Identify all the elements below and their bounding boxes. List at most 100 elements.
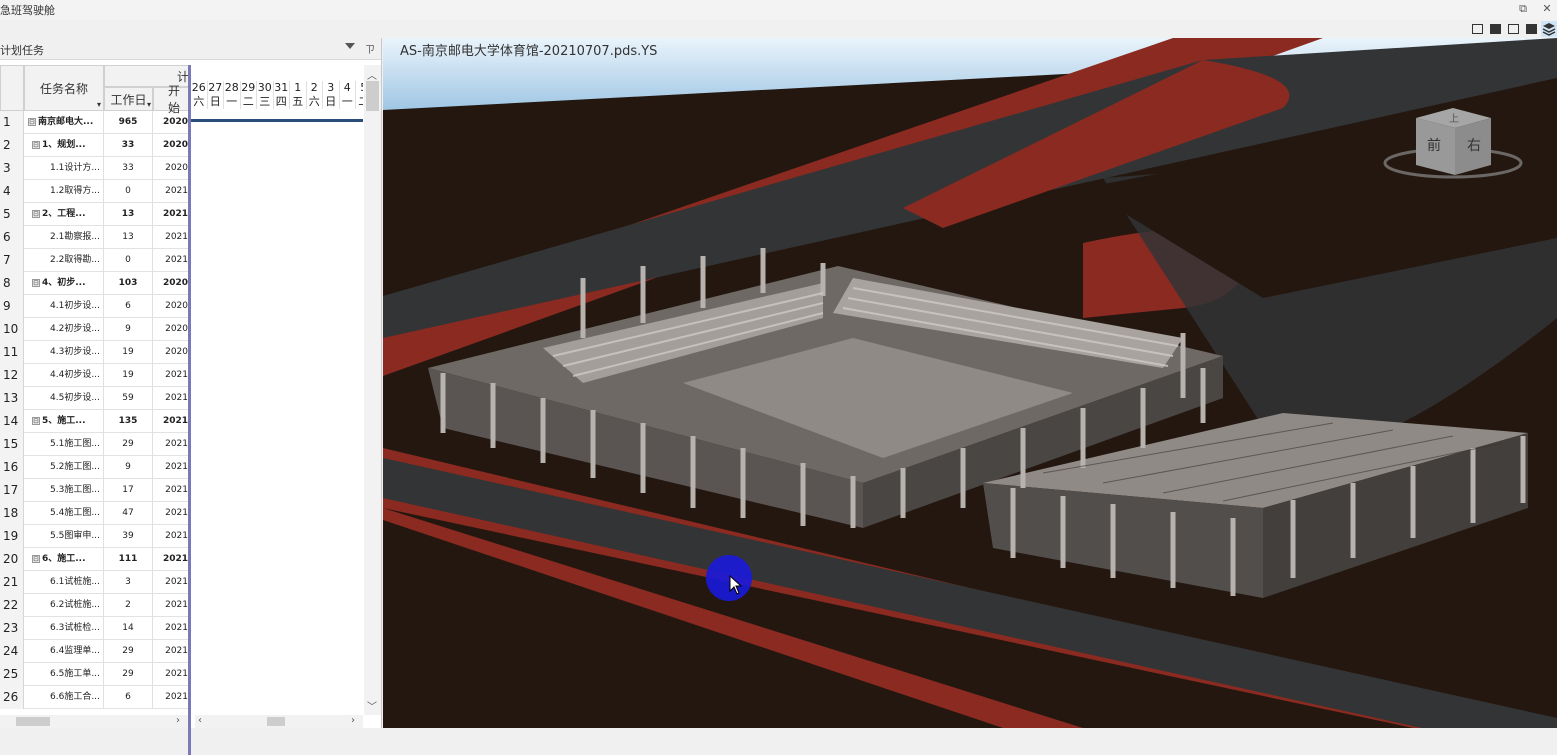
gantt-summary-bar[interactable] (191, 119, 363, 122)
task-name-cell[interactable]: 6.1试桩施... (24, 571, 104, 594)
start-cell[interactable]: 2020 (153, 272, 190, 295)
duration-cell[interactable]: 33 (104, 134, 153, 157)
duration-cell[interactable]: 39 (104, 525, 153, 548)
collapse-icon[interactable]: ⊟ (28, 117, 36, 126)
task-name-cell[interactable]: 5.5图审申... (24, 525, 104, 548)
start-cell[interactable]: 2020 (153, 295, 190, 318)
task-name-cell[interactable]: ⊟ 4、初步... (24, 272, 104, 295)
duration-cell[interactable]: 3 (104, 571, 153, 594)
table-row[interactable]: 22 6.2试桩施... 2 2021 (0, 594, 190, 617)
scroll-thumb[interactable] (366, 81, 379, 111)
table-row[interactable]: 16 5.2施工图... 9 2021 (0, 456, 190, 479)
view-cube-dark-icon[interactable] (1523, 21, 1539, 37)
task-name-cell[interactable]: ⊟ 6、施工... (24, 548, 104, 571)
table-row[interactable]: 23 6.3试桩检... 14 2021 (0, 617, 190, 640)
task-name-cell[interactable]: 6.5施工单... (24, 663, 104, 686)
table-row[interactable]: 13 4.5初步设... 59 2021 (0, 387, 190, 410)
collapse-icon[interactable]: ⊟ (32, 209, 40, 218)
gantt-hscroll-thumb[interactable] (267, 717, 285, 726)
sort-icon[interactable]: ▾ (147, 100, 151, 109)
duration-cell[interactable]: 13 (104, 226, 153, 249)
task-name-cell[interactable]: 1.2取得方... (24, 180, 104, 203)
scroll-down-icon[interactable]: ﹀ (367, 698, 377, 713)
task-name-cell[interactable]: 4.3初步设... (24, 341, 104, 364)
task-name-cell[interactable]: 4.5初步设... (24, 387, 104, 410)
table-row[interactable]: 21 6.1试桩施... 3 2021 (0, 571, 190, 594)
duration-cell[interactable]: 19 (104, 341, 153, 364)
duration-cell[interactable]: 111 (104, 548, 153, 571)
task-name-cell[interactable]: 2.2取得勘... (24, 249, 104, 272)
table-row[interactable]: 6 2.1勘察报... 13 2021 (0, 226, 190, 249)
start-cell[interactable]: 2021 (153, 226, 190, 249)
table-row[interactable]: 4 1.2取得方... 0 2021 (0, 180, 190, 203)
task-name-cell[interactable]: ⊟ 2、工程... (24, 203, 104, 226)
table-row[interactable]: 11 4.3初步设... 19 2020 (0, 341, 190, 364)
table-row[interactable]: 2 ⊟ 1、规划... 33 2020 (0, 134, 190, 157)
duration-cell[interactable]: 29 (104, 663, 153, 686)
start-cell[interactable]: 2021 (153, 180, 190, 203)
task-name-cell[interactable]: 6.4监理单... (24, 640, 104, 663)
start-cell[interactable]: 2021 (153, 456, 190, 479)
duration-cell[interactable]: 29 (104, 640, 153, 663)
sort-icon[interactable]: ▾ (97, 100, 101, 109)
start-cell[interactable]: 2021 (153, 571, 190, 594)
view-cube-open-icon[interactable] (1505, 21, 1521, 37)
duration-cell[interactable]: 47 (104, 502, 153, 525)
gantt-horizontal-scrollbar[interactable]: ‹ › (195, 715, 363, 728)
scroll-right-icon[interactable]: › (351, 715, 355, 726)
start-cell[interactable]: 2021 (153, 686, 190, 709)
start-cell[interactable]: 2020 (153, 341, 190, 364)
scroll-up-icon[interactable]: ︿ (367, 67, 377, 82)
duration-cell[interactable]: 965 (104, 111, 153, 134)
duration-cell[interactable]: 33 (104, 157, 153, 180)
start-cell[interactable]: 2020 (153, 111, 190, 134)
collapse-icon[interactable]: ⊟ (32, 278, 40, 287)
table-row[interactable]: 15 5.1施工图... 29 2021 (0, 433, 190, 456)
table-row[interactable]: 20 ⊟ 6、施工... 111 2021 (0, 548, 190, 571)
duration-cell[interactable]: 6 (104, 686, 153, 709)
table-row[interactable]: 25 6.5施工单... 29 2021 (0, 663, 190, 686)
start-cell[interactable]: 2020 (153, 318, 190, 341)
start-cell[interactable]: 2021 (153, 387, 190, 410)
task-name-cell[interactable]: 6.6施工合... (24, 686, 104, 709)
table-row[interactable]: 1 ⊟ 南京邮电大... 965 2020 (0, 111, 190, 134)
duration-cell[interactable]: 29 (104, 433, 153, 456)
start-cell[interactable]: 2021 (153, 594, 190, 617)
task-name-cell[interactable]: 4.1初步设... (24, 295, 104, 318)
scroll-left-icon[interactable]: ‹ (198, 715, 202, 726)
task-name-cell[interactable]: 5.3施工图... (24, 479, 104, 502)
duration-cell[interactable]: 6 (104, 295, 153, 318)
table-row[interactable]: 5 ⊟ 2、工程... 13 2021 (0, 203, 190, 226)
table-row[interactable]: 26 6.6施工合... 6 2021 (0, 686, 190, 709)
task-name-cell[interactable]: 4.2初步设... (24, 318, 104, 341)
task-name-cell[interactable]: ⊟ 5、施工... (24, 410, 104, 433)
table-row[interactable]: 8 ⊟ 4、初步... 103 2020 (0, 272, 190, 295)
start-cell[interactable]: 2021 (153, 663, 190, 686)
start-cell[interactable]: 2021 (153, 548, 190, 571)
start-cell[interactable]: 2021 (153, 479, 190, 502)
start-cell[interactable]: 2021 (153, 433, 190, 456)
view-cube-wire-icon[interactable] (1469, 21, 1485, 37)
duration-cell[interactable]: 14 (104, 617, 153, 640)
task-name-cell[interactable]: 2.1勘察报... (24, 226, 104, 249)
column-header-start[interactable]: 开始 (153, 84, 190, 115)
table-row[interactable]: 17 5.3施工图... 17 2021 (0, 479, 190, 502)
collapse-icon[interactable]: ⊟ (32, 140, 40, 149)
vertical-scrollbar[interactable]: ︿ ﹀ (364, 65, 381, 715)
duration-cell[interactable]: 135 (104, 410, 153, 433)
close-icon[interactable]: ✕ (1539, 1, 1555, 17)
duration-cell[interactable]: 103 (104, 272, 153, 295)
collapse-icon[interactable]: ⊟ (32, 416, 40, 425)
duration-cell[interactable]: 59 (104, 387, 153, 410)
task-name-cell[interactable]: ⊟ 1、规划... (24, 134, 104, 157)
start-cell[interactable]: 2021 (153, 203, 190, 226)
task-name-cell[interactable]: ⊟ 南京邮电大... (24, 111, 104, 134)
panel-dropdown-icon[interactable] (345, 43, 355, 49)
table-row[interactable]: 12 4.4初步设... 19 2021 (0, 364, 190, 387)
view-cube-solid-icon[interactable] (1487, 21, 1503, 37)
table-row[interactable]: 10 4.2初步设... 9 2020 (0, 318, 190, 341)
layers-icon[interactable] (1541, 21, 1557, 37)
duration-cell[interactable]: 0 (104, 249, 153, 272)
duration-cell[interactable]: 19 (104, 364, 153, 387)
column-header-name[interactable]: 任务名称 ▾ (24, 65, 104, 111)
